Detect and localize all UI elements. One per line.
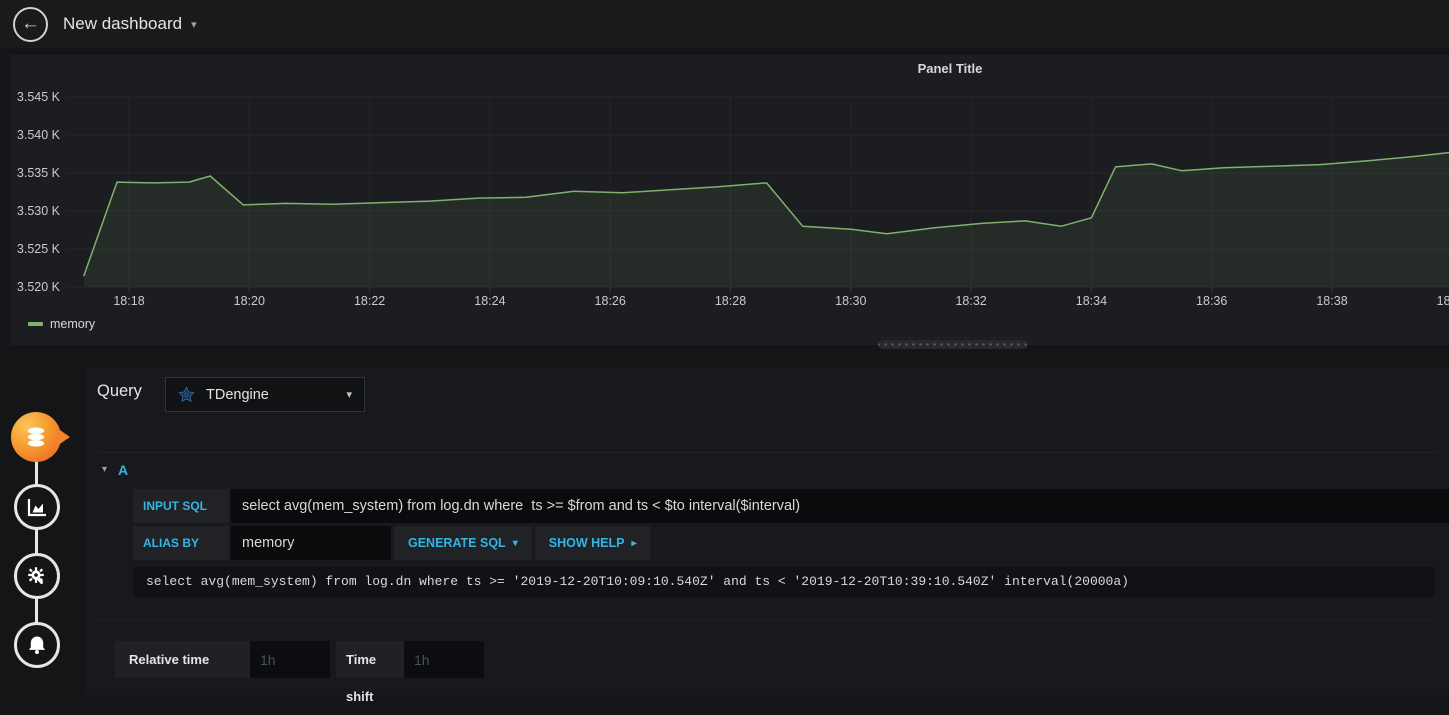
database-icon: [27, 427, 45, 447]
svg-text:3.525 K: 3.525 K: [17, 242, 61, 256]
time-shift-input[interactable]: [404, 641, 484, 678]
svg-text:3.530 K: 3.530 K: [17, 204, 61, 218]
svg-text:18:38: 18:38: [1316, 294, 1347, 308]
svg-text:18:28: 18:28: [715, 294, 746, 308]
query-ref-id: A: [118, 461, 129, 478]
svg-text:18:20: 18:20: [234, 294, 265, 308]
back-button[interactable]: ←: [13, 6, 48, 42]
alias-by-label: ALIAS BY: [133, 526, 229, 560]
graph-panel: Panel Title 3.545 K 3.540 K 3.535 K 3.530 K…: [10, 55, 1449, 349]
svg-text:18:22: 18:22: [354, 294, 385, 308]
generated-sql-preview: select avg(mem_system) from log.dn where…: [133, 567, 1435, 597]
arrow-left-icon: ←: [21, 13, 40, 34]
legend-color-dash-icon: [28, 322, 43, 326]
alias-by-row: ALIAS BY GENERATE SQL ▾ SHOW HELP ▸: [133, 526, 1449, 560]
top-header: ← New dashboard ▾: [0, 0, 1449, 48]
svg-text:3.535 K: 3.535 K: [17, 166, 61, 180]
svg-text:18:18: 18:18: [113, 294, 144, 308]
tab-visualization[interactable]: [14, 484, 60, 530]
collapse-caret-icon: ▾: [102, 464, 108, 475]
query-editor-panel: Query TDengine ▾ ▾ A INPUT SQL ALIAS BY …: [85, 368, 1449, 704]
show-help-button[interactable]: SHOW HELP ▸: [534, 526, 651, 560]
generate-sql-button-label: GENERATE SQL: [408, 536, 506, 550]
chevron-down-icon: ▾: [512, 537, 518, 549]
tab-queries[interactable]: [11, 412, 61, 462]
input-sql-field[interactable]: [231, 489, 1449, 523]
query-section-title: Query: [97, 382, 142, 400]
tab-connector-line: [35, 437, 38, 647]
tab-general[interactable]: [14, 553, 60, 599]
area-chart-icon: [27, 499, 46, 517]
svg-text:18:26: 18:26: [595, 294, 626, 308]
alias-by-field[interactable]: [231, 526, 391, 560]
time-series-chart[interactable]: 3.545 K 3.540 K 3.535 K 3.530 K 3.525 K 3.520…: [10, 55, 1449, 345]
input-sql-row: INPUT SQL: [133, 489, 1449, 523]
svg-text:18:40: 18:40: [1437, 294, 1449, 308]
show-help-button-label: SHOW HELP: [548, 536, 625, 550]
bell-icon: [29, 636, 45, 654]
svg-text:18:36: 18:36: [1196, 294, 1227, 308]
svg-text:18:30: 18:30: [835, 294, 866, 308]
legend-label: memory: [50, 317, 96, 331]
svg-text:18:34: 18:34: [1076, 294, 1107, 308]
input-sql-label: INPUT SQL: [133, 489, 229, 523]
relative-time-label: Relative time: [115, 641, 250, 678]
relative-time-input[interactable]: [250, 641, 330, 678]
datasource-name: TDengine: [206, 386, 269, 403]
tdengine-logo-icon: [178, 386, 195, 403]
tab-alert[interactable]: [14, 622, 60, 668]
gear-wrench-icon: [28, 567, 44, 585]
svg-text:3.545 K: 3.545 K: [17, 90, 61, 104]
time-shift-label: Time shift: [336, 641, 404, 704]
chevron-right-icon: ▸: [631, 537, 637, 549]
generate-sql-button[interactable]: GENERATE SQL ▾: [394, 526, 532, 560]
svg-text:3.520 K: 3.520 K: [17, 280, 61, 294]
chevron-down-icon[interactable]: ▾: [191, 18, 197, 31]
section-divider: [97, 619, 1437, 620]
time-options-row: Relative time Time shift: [115, 641, 484, 704]
chevron-down-icon: ▾: [346, 389, 352, 401]
datasource-picker[interactable]: TDengine ▾: [165, 377, 365, 412]
legend-item-memory[interactable]: memory: [28, 317, 95, 331]
svg-text:18:32: 18:32: [955, 294, 986, 308]
dashboard-title[interactable]: New dashboard: [63, 14, 182, 34]
svg-text:18:24: 18:24: [474, 294, 505, 308]
svg-text:3.540 K: 3.540 K: [17, 128, 61, 142]
panel-resize-handle[interactable]: [878, 340, 1028, 349]
query-row-header[interactable]: ▾ A: [97, 452, 1437, 482]
